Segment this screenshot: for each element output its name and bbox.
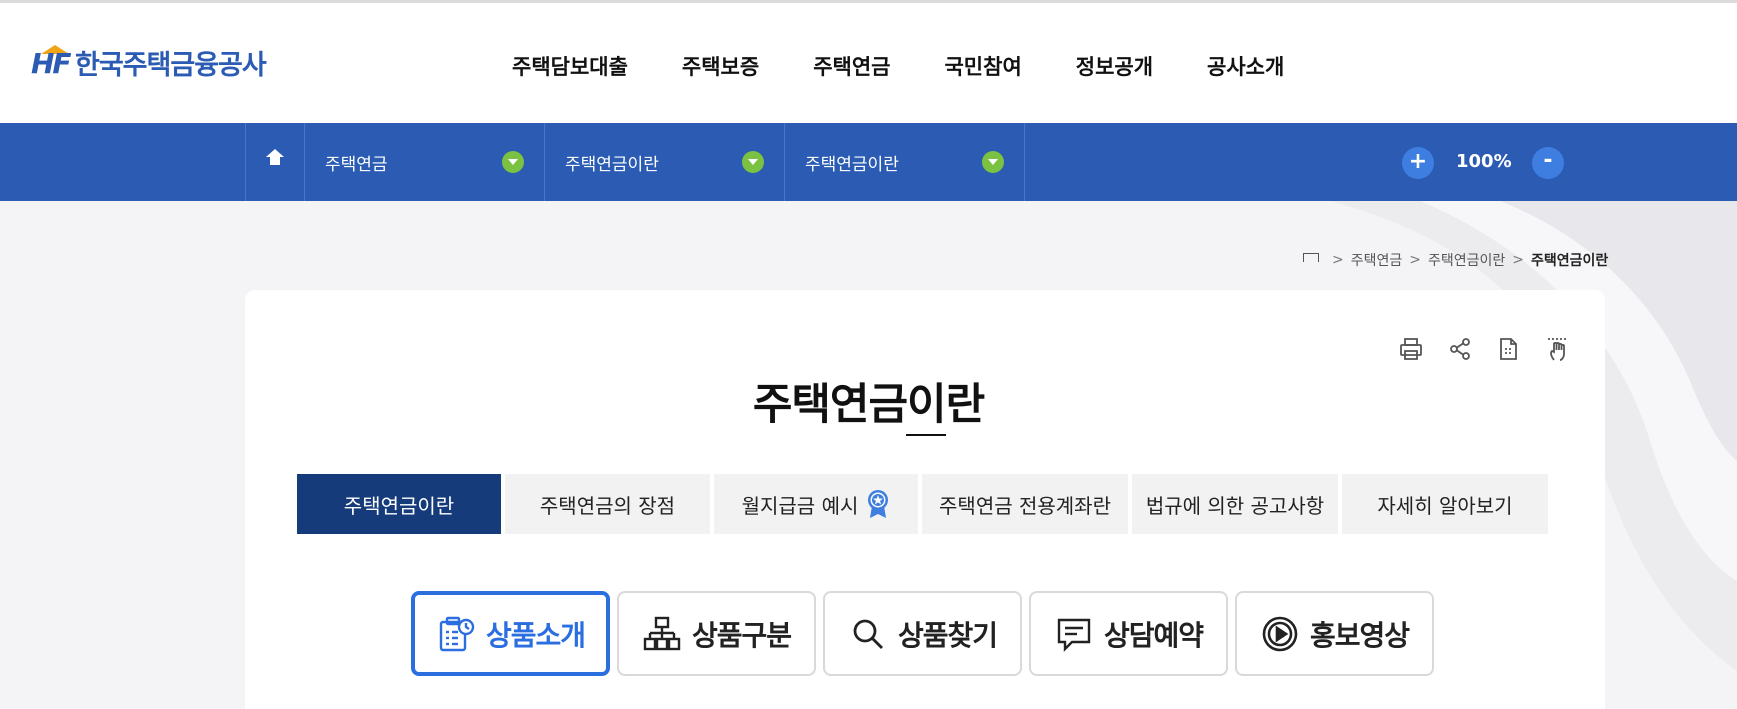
nav-item-mortgage[interactable]: 주택담보대출 [512, 51, 628, 81]
home-icon [266, 149, 284, 169]
product-category-label: 상품구분 [691, 618, 792, 652]
site-logo[interactable]: HF 한국주택금융공사 [31, 43, 267, 82]
tab-dedicated-account[interactable]: 주택연금 전용계좌란 [922, 474, 1128, 534]
title-underline [906, 434, 946, 436]
quick-menu: 상품소개 상품구분 상품찾기 상담예약 홍보영상 [411, 591, 1434, 676]
content-tabs: 주택연금이란 주택연금의 장점 월지급금 예시 주택연금 전용계좌란 법규에 의… [297, 474, 1548, 534]
hierarchy-icon [643, 616, 681, 650]
breadcrumb-current: 주택연금이란 [1531, 253, 1609, 269]
tab-label: 주택연금의 장점 [539, 493, 676, 518]
location-home-button[interactable] [245, 123, 305, 201]
chat-bubble-icon [1057, 618, 1091, 652]
play-circle-icon [1262, 616, 1298, 651]
tab-advantages[interactable]: 주택연금의 장점 [505, 474, 710, 534]
location-dropdown-3[interactable]: 주택연금이란 [785, 123, 1025, 201]
breadcrumb-item[interactable]: 주택연금이란 [1428, 250, 1505, 270]
breadcrumb-separator: > [1332, 252, 1344, 268]
breadcrumb-separator: > [1409, 252, 1421, 268]
chevron-down-icon [502, 151, 524, 173]
product-category-button[interactable]: 상품구분 [617, 591, 816, 676]
location-dropdown-label: 주택연금이란 [565, 154, 659, 175]
product-search-label: 상품찾기 [897, 618, 998, 652]
nav-item-guarantee[interactable]: 주택보증 [682, 51, 759, 81]
zoom-level: 100% [1456, 151, 1512, 172]
promo-video-label: 홍보영상 [1309, 618, 1410, 652]
location-dropdown-label: 주택연금이란 [805, 154, 899, 175]
product-intro-icon [439, 616, 475, 651]
zoom-out-button[interactable]: - [1532, 147, 1564, 179]
print-icon[interactable] [1398, 336, 1424, 362]
tab-about-pension[interactable]: 주택연금이란 [297, 474, 501, 534]
nav-item-pension[interactable]: 주택연금 [813, 51, 890, 81]
location-dropdown-1[interactable]: 주택연금 [305, 123, 545, 201]
share-icon[interactable] [1447, 336, 1473, 362]
location-dropdown-label: 주택연금 [325, 154, 388, 175]
logo-text: 한국주택금융공사 [75, 50, 267, 81]
home-icon[interactable] [1303, 253, 1319, 267]
document-download-icon[interactable] [1496, 336, 1522, 362]
global-header: HF 한국주택금융공사 주택담보대출 주택보증 주택연금 국민참여 정보공개 공… [0, 3, 1737, 123]
tab-label: 주택연금이란 [343, 493, 455, 518]
tab-label: 자세히 알아보기 [1377, 493, 1513, 518]
tab-legal-notices[interactable]: 법규에 의한 공고사항 [1132, 474, 1338, 534]
nav-item-disclosure[interactable]: 정보공개 [1076, 51, 1153, 81]
promo-video-button[interactable]: 홍보영상 [1235, 591, 1434, 676]
utility-icons [1398, 336, 1571, 362]
page-title: 주택연금이란 [752, 380, 985, 430]
breadcrumb: > 주택연금 > 주택연금이란 > 주택연금이란 [1303, 250, 1608, 270]
zoom-in-button[interactable]: + [1402, 147, 1434, 179]
nav-item-participation[interactable]: 국민참여 [944, 51, 1021, 81]
logo-mark-text: HF [31, 46, 72, 80]
product-intro-label: 상품소개 [485, 618, 586, 652]
tab-label: 주택연금 전용계좌란 [939, 493, 1111, 518]
breadcrumb-item[interactable]: 주택연금 [1351, 250, 1403, 270]
hf-logo-mark: HF [31, 44, 72, 81]
nav-item-about[interactable]: 공사소개 [1207, 51, 1284, 81]
product-search-button[interactable]: 상품찾기 [823, 591, 1022, 676]
chevron-down-icon [982, 151, 1004, 173]
touch-gesture-icon[interactable] [1545, 336, 1571, 362]
consult-booking-label: 상담예약 [1103, 618, 1204, 652]
main-nav: 주택담보대출 주택보증 주택연금 국민참여 정보공개 공사소개 [512, 51, 1284, 81]
tab-label: 월지급금 예시 [741, 493, 859, 518]
product-intro-button[interactable]: 상품소개 [411, 591, 610, 676]
tab-monthly-payment-example[interactable]: 월지급금 예시 [714, 474, 918, 534]
tab-label: 법규에 의한 공고사항 [1145, 493, 1325, 518]
award-badge-icon [866, 489, 890, 519]
breadcrumb-separator: > [1512, 252, 1525, 268]
search-icon [853, 619, 883, 649]
consult-booking-button[interactable]: 상담예약 [1029, 591, 1228, 676]
location-dropdown-2[interactable]: 주택연금이란 [545, 123, 785, 201]
chevron-down-icon [742, 151, 764, 173]
tab-learn-more[interactable]: 자세히 알아보기 [1342, 474, 1548, 534]
location-bar: 주택연금 주택연금이란 주택연금이란 + 100% - [0, 123, 1737, 201]
